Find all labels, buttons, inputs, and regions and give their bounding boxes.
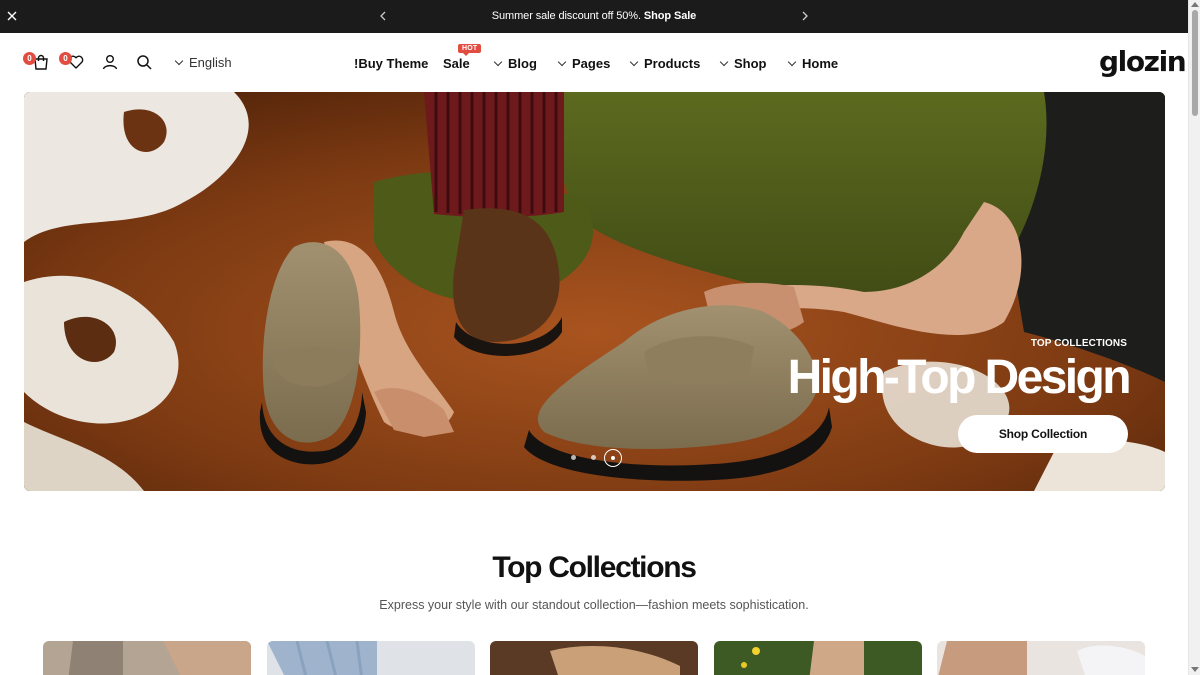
collection-card-5-image	[937, 641, 1145, 675]
cart-count-badge: 0	[23, 52, 36, 65]
search-icon[interactable]	[135, 53, 153, 71]
nav-pages-label: Pages	[572, 56, 611, 71]
slide-dot-3[interactable]	[604, 449, 622, 467]
nav-buy-theme-label: !Buy Theme	[354, 56, 429, 71]
shop-collection-button[interactable]: Shop Collection	[958, 415, 1128, 453]
scroll-up-arrow[interactable]	[1191, 2, 1199, 7]
shop-sale-link[interactable]: Shop Sale	[644, 10, 696, 22]
user-icon[interactable]	[101, 53, 119, 71]
announcement-text: Summer sale discount off 50%.	[491, 10, 641, 22]
nav-pages[interactable]: Pages	[557, 56, 611, 71]
chevron-down-icon	[557, 57, 567, 66]
nav-shop[interactable]: Shop	[719, 56, 767, 71]
collection-card-4-image	[714, 641, 922, 675]
announcement-message: Summer sale discount off 50%. Shop Sale	[0, 10, 1188, 22]
site-logo[interactable]: glozin	[1099, 45, 1187, 78]
chevron-down-icon	[629, 57, 639, 66]
chevron-right-icon[interactable]	[798, 9, 812, 23]
nav-products[interactable]: Products	[629, 56, 701, 71]
collections-subtitle: Express your style with our standout col…	[379, 598, 809, 612]
collection-card-5[interactable]	[937, 641, 1145, 675]
collection-card-1[interactable]	[43, 641, 251, 675]
nav-sale-label: Sale	[443, 56, 470, 71]
collection-card-1-image	[43, 641, 251, 675]
collection-card-3-image	[490, 641, 698, 675]
hero-headline: High-Top Design	[787, 351, 1132, 404]
nav-products-label: Products	[644, 56, 701, 71]
collection-card-4[interactable]	[714, 641, 922, 675]
collection-card-2-image	[267, 641, 475, 675]
nav-home[interactable]: Home	[787, 56, 839, 71]
nav-home-label: Home	[802, 56, 839, 71]
hero-banner: TOP COLLECTIONS High-Top Design Shop Col…	[24, 92, 1165, 491]
language-label: English	[189, 55, 232, 70]
nav-buy-theme[interactable]: !Buy Theme	[354, 56, 428, 71]
slide-dot-2[interactable]	[591, 455, 596, 460]
collection-card-2[interactable]	[267, 641, 475, 675]
collections-title: Top Collections	[492, 551, 697, 584]
nav-blog-label: Blog	[508, 56, 537, 71]
collection-card-3[interactable]	[490, 641, 698, 675]
slider-pagination	[569, 448, 629, 468]
site-header: 0 0 English !Buy Theme Sale HOT Blog Pag…	[0, 33, 1188, 91]
wishlist-count-badge: 0	[59, 52, 72, 65]
slide-dot-1[interactable]	[571, 455, 576, 460]
chevron-down-icon	[493, 57, 503, 66]
nav-sale[interactable]: Sale	[443, 56, 470, 71]
announcement-bar: Summer sale discount off 50%. Shop Sale	[0, 0, 1188, 33]
hot-badge: HOT	[458, 44, 482, 56]
nav-shop-label: Shop	[734, 56, 767, 71]
scrollbar-thumb[interactable]	[1192, 10, 1198, 116]
page-scrollbar[interactable]	[1188, 0, 1200, 675]
language-selector[interactable]: English	[174, 55, 232, 70]
chevron-down-icon	[719, 57, 729, 66]
chevron-down-icon	[174, 56, 184, 65]
scroll-down-arrow[interactable]	[1191, 667, 1199, 672]
hero-eyebrow: TOP COLLECTIONS	[1030, 338, 1127, 349]
nav-blog[interactable]: Blog	[493, 56, 537, 71]
chevron-down-icon	[787, 57, 797, 66]
